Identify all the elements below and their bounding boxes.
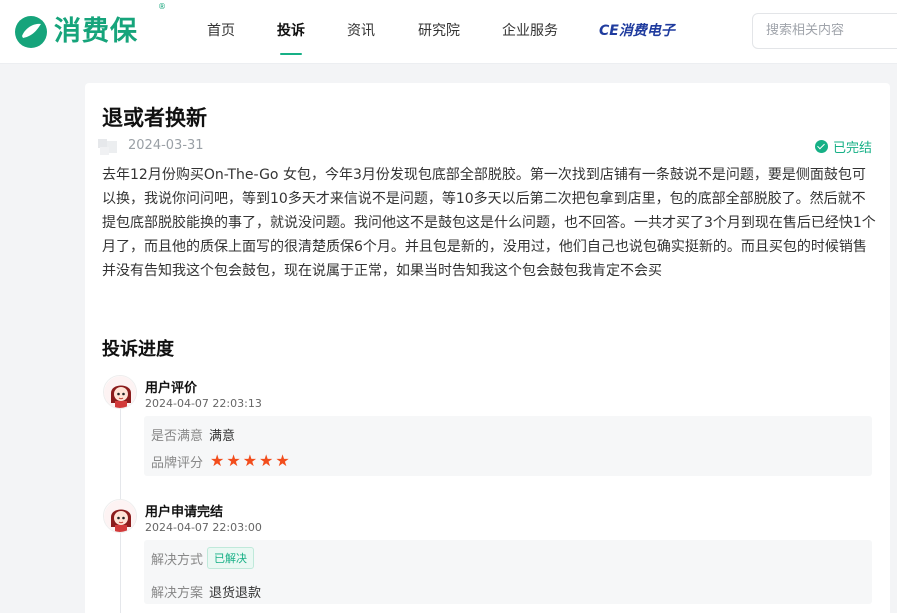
brand-rating-stars: ★ ★ ★ ★ ★ <box>210 453 290 469</box>
star-icon: ★ <box>210 451 225 470</box>
event-avatar <box>103 375 137 409</box>
nav-complaints[interactable]: 投诉 <box>277 22 305 40</box>
satisfaction-value: 满意 <box>209 429 236 444</box>
brand-rating-label: 品牌评分 <box>151 456 204 471</box>
cartoon-avatar-icon <box>104 376 136 408</box>
event-details: 是否满意 满意 品牌评分 ★ ★ ★ ★ ★ <box>144 416 872 476</box>
nav-research[interactable]: 研究院 <box>418 22 460 40</box>
site-header: 消费保 ® 首页 投诉 资讯 研究院 企业服务 CE消费电子 <box>0 0 897 64</box>
event-title: 用户评价 <box>145 381 198 396</box>
event-avatar <box>103 499 137 533</box>
resolved-badge: 已解决 <box>207 547 254 569</box>
resolution-method-label: 解决方式 <box>151 553 204 568</box>
complaint-body: 去年12月份购买On-The-Go 女包，今年3月份发现包底部全部脱胶。第一次找… <box>102 167 876 279</box>
nav-active-indicator <box>280 53 302 55</box>
search-input[interactable] <box>766 23 896 38</box>
event-title: 用户申请完结 <box>145 505 224 520</box>
complaint-card: 退或者换新 2024-03-31 已完结 去年12月份购买On-The-Go 女… <box>85 83 890 613</box>
resolution-plan-value: 退货退款 <box>209 586 262 601</box>
event-time: 2024-04-07 22:03:00 <box>145 521 262 534</box>
star-icon: ★ <box>242 451 258 470</box>
star-icon: ★ <box>259 451 274 470</box>
logo-registered-mark: ® <box>158 2 166 11</box>
cartoon-avatar-icon <box>104 500 136 532</box>
check-circle-icon <box>814 140 828 153</box>
nav-news[interactable]: 资讯 <box>347 22 375 40</box>
satisfaction-label: 是否满意 <box>151 429 204 444</box>
star-icon: ★ <box>275 451 290 470</box>
nav-home[interactable]: 首页 <box>207 22 235 40</box>
status-badge: 已完结 <box>814 137 872 156</box>
ce-electronics-link[interactable]: CE消费电子 <box>599 20 675 40</box>
progress-title: 投诉进度 <box>102 339 174 360</box>
event-time: 2024-04-07 22:03:13 <box>145 397 262 410</box>
user-avatar-icon <box>98 139 117 155</box>
status-text: 已完结 <box>832 141 872 156</box>
complaint-title: 退或者换新 <box>102 106 207 130</box>
logo-text: 消费保 <box>54 16 138 47</box>
star-icon: ★ <box>226 451 241 470</box>
search-box[interactable] <box>752 13 897 49</box>
nav-enterprise[interactable]: 企业服务 <box>502 22 558 40</box>
complaint-date: 2024-03-31 <box>128 138 204 153</box>
resolution-plan-label: 解决方案 <box>151 586 204 601</box>
event-details: 解决方式 已解决 解决方案 退货退款 <box>144 540 872 604</box>
site-logo[interactable]: 消费保 <box>14 12 138 52</box>
logo-leaf-icon <box>15 16 47 48</box>
